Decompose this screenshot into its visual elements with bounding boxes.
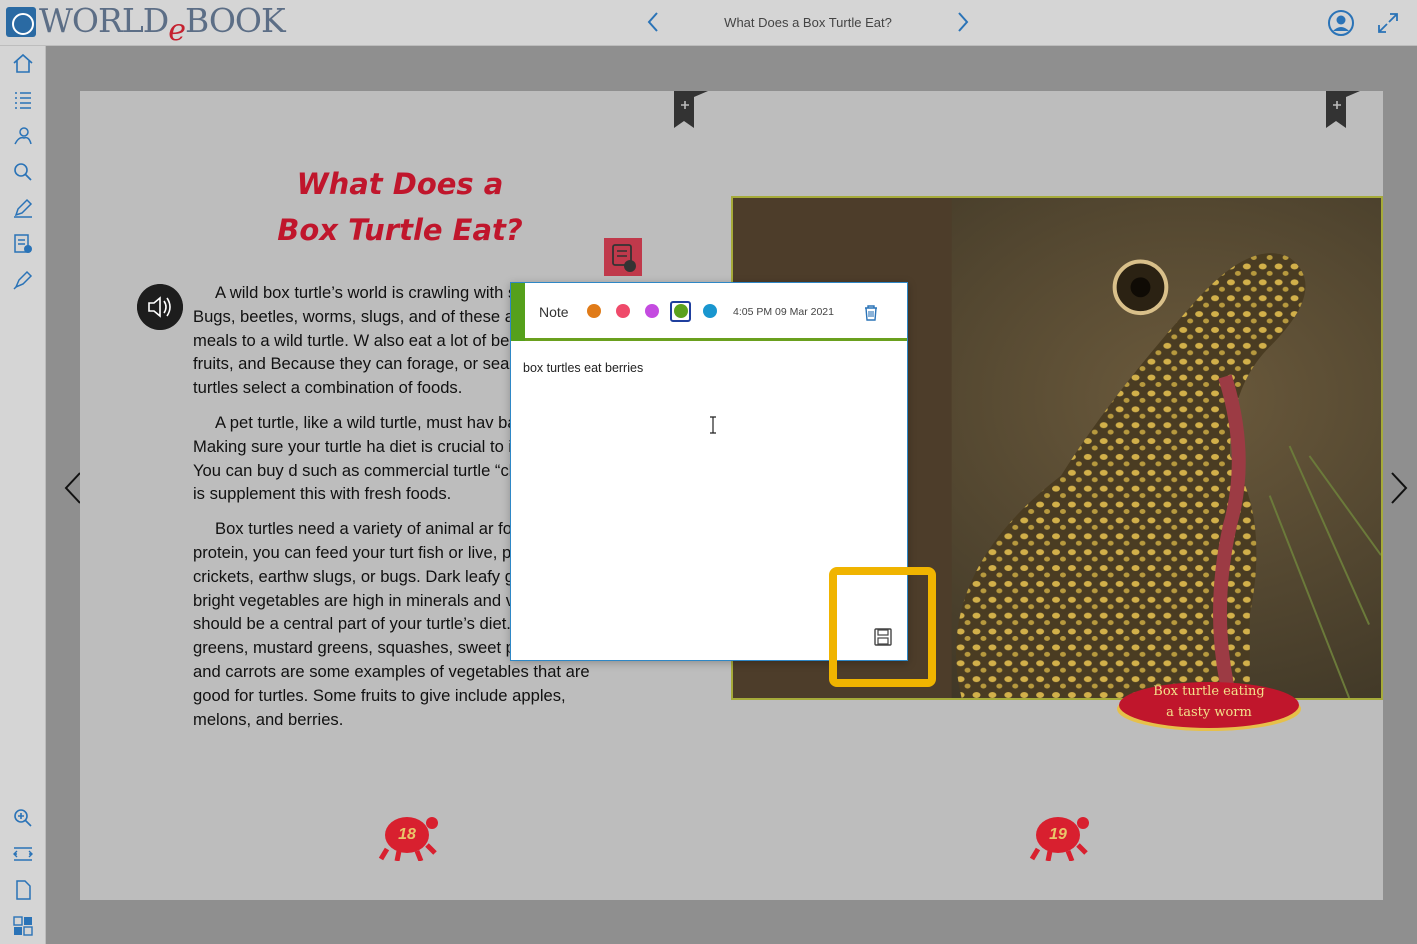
book-title: What Does a Box Turtle Eat? [724, 15, 892, 30]
right-page-number: 19 [1049, 826, 1067, 843]
page-title-line-2: Box Turtle Eat? [277, 213, 523, 247]
glossary-icon[interactable] [11, 124, 35, 148]
save-button-highlight [829, 567, 936, 687]
fullscreen-icon[interactable] [1376, 11, 1400, 35]
previous-book-button[interactable] [640, 8, 668, 36]
note-color-stripe [511, 283, 525, 341]
note-header: Note 4:05 PM 09 Mar 2021 [511, 283, 907, 341]
note-timestamp: 4:05 PM 09 Mar 2021 [733, 306, 834, 318]
user-account-icon[interactable] [1327, 9, 1355, 37]
color-blue-option[interactable] [703, 304, 717, 318]
note-text-area[interactable]: box turtles eat berries [523, 361, 893, 561]
note-marker-icon[interactable] [604, 238, 642, 276]
color-pink-option[interactable] [616, 304, 630, 318]
next-book-button[interactable] [948, 8, 976, 36]
bookmark-right-page[interactable] [1324, 91, 1362, 131]
thumbnails-icon[interactable] [11, 914, 35, 938]
color-purple-option[interactable] [645, 304, 659, 318]
bookmark-left-page[interactable] [672, 91, 710, 131]
table-of-contents-icon[interactable] [11, 88, 35, 112]
caption-line-2: a tasty worm [1166, 705, 1252, 720]
zoom-in-icon[interactable] [11, 806, 35, 830]
search-icon[interactable] [11, 160, 35, 184]
logo-text: WORLDeBOOK [39, 1, 286, 49]
page-title-line-1: What Does a [296, 167, 504, 201]
read-aloud-speaker-icon[interactable] [137, 284, 183, 330]
fit-width-icon[interactable] [11, 842, 35, 866]
single-page-icon[interactable] [11, 878, 35, 902]
annotate-icon[interactable] [11, 196, 35, 220]
photo-caption: Box turtle eating a tasty worm [1116, 681, 1302, 723]
delete-note-icon[interactable] [861, 302, 881, 322]
home-icon[interactable] [11, 52, 35, 76]
text-cursor-icon [710, 416, 716, 434]
highlighter-icon[interactable] [11, 268, 35, 292]
note-label: Note [539, 304, 569, 320]
left-page-number: 18 [398, 826, 416, 843]
color-orange-option[interactable] [587, 304, 601, 318]
worldbook-logo[interactable]: WORLDeBOOK [6, 1, 286, 49]
left-toolbar [0, 46, 46, 944]
notes-icon[interactable] [11, 232, 35, 256]
next-page-arrow[interactable] [1388, 470, 1410, 506]
top-bar: WORLDeBOOK What Does a Box Turtle Eat? [0, 0, 1417, 49]
page-title: What Does a Box Turtle Eat? [260, 161, 540, 253]
globe-icon [6, 7, 36, 37]
color-green-option[interactable] [674, 304, 688, 318]
caption-line-1: Box turtle eating [1153, 684, 1265, 699]
